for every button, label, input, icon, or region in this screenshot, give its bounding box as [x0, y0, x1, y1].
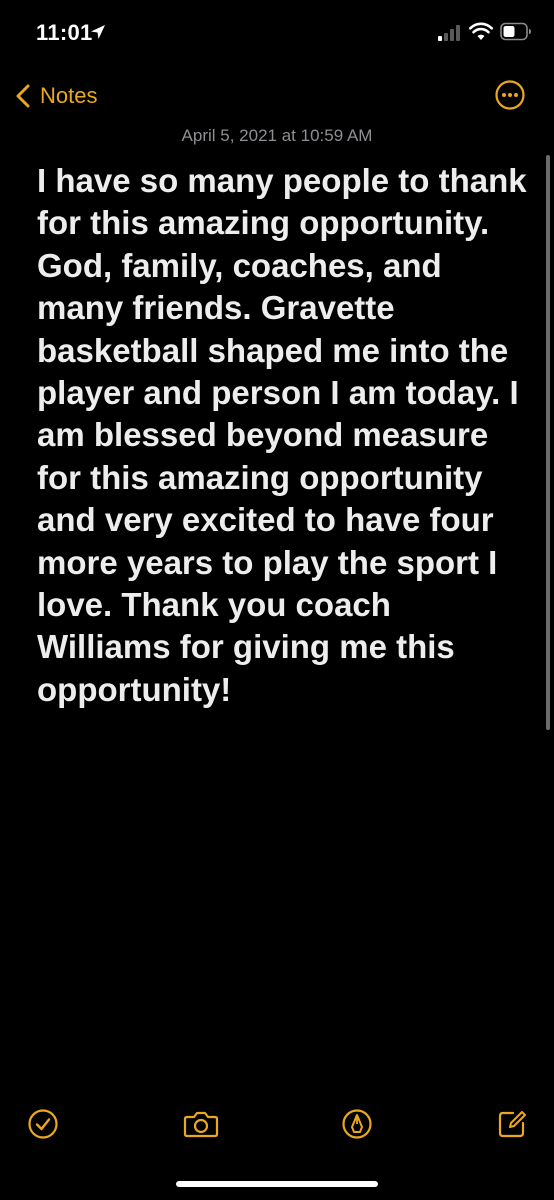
compose-icon[interactable] — [496, 1108, 528, 1140]
bottom-toolbar — [0, 1100, 554, 1150]
chevron-left-icon — [16, 84, 30, 108]
note-body[interactable]: I have so many people to thank for this … — [37, 160, 527, 711]
scroll-indicator[interactable] — [546, 155, 550, 730]
note-date: April 5, 2021 at 10:59 AM — [181, 126, 373, 145]
cellular-signal-icon — [438, 25, 460, 41]
status-time: 11:01 — [36, 20, 93, 45]
back-button-label: Notes — [40, 83, 98, 108]
markup-pen-icon[interactable] — [341, 1108, 373, 1140]
checklist-icon[interactable] — [27, 1108, 59, 1140]
ellipsis-circle-icon[interactable] — [494, 79, 526, 111]
wifi-icon — [469, 22, 493, 40]
home-indicator[interactable] — [176, 1181, 378, 1187]
back-button[interactable]: Notes — [14, 80, 97, 112]
nav-bar: Notes — [0, 70, 554, 122]
status-bar: 11:01 — [0, 0, 554, 60]
location-arrow-icon — [91, 25, 105, 39]
camera-icon[interactable] — [183, 1108, 219, 1140]
battery-icon — [500, 22, 531, 41]
